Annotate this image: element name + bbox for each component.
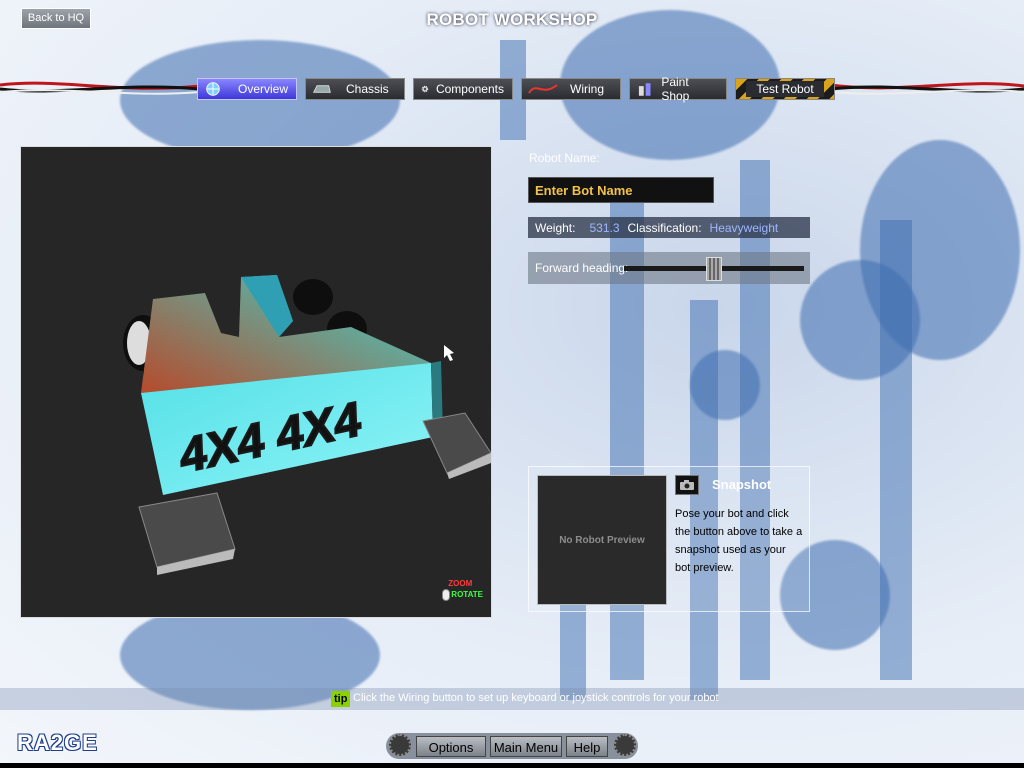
snapshot-description: Pose your bot and click the button above… (675, 508, 803, 574)
mouse-icon (442, 589, 451, 601)
robot-name-label: Robot Name: (529, 151, 600, 165)
tab-test-robot[interactable]: Test Robot (735, 78, 835, 100)
robot-preview-box: No Robot Preview (537, 475, 667, 605)
snapshot-panel: No Robot Preview Snapshot Pose your bot … (528, 466, 810, 612)
slider-thumb[interactable] (706, 257, 722, 281)
zoom-hint-label: ZOOM (448, 579, 473, 588)
tab-overview-label: Overview (237, 82, 288, 96)
gear-icon-left (389, 734, 411, 756)
tab-paint-shop-label: Paint Shop (661, 75, 690, 103)
robot-model: 4X4 4X4 (123, 275, 491, 575)
zoom-rotate-hint: ZOOM ROTATE (442, 579, 483, 601)
weight-value: 531.3 (589, 220, 620, 235)
weight-label: Weight: (535, 220, 576, 235)
classification-label: Classification: (627, 220, 702, 235)
options-button[interactable]: Options (416, 736, 486, 757)
robot-3d-viewport[interactable]: 4X4 4X4 ZOOM ROTATE (20, 146, 492, 618)
rotate-hint-label: ROTATE (451, 590, 483, 599)
paint-icon (638, 83, 651, 96)
classification-value: Heavyweight (709, 220, 779, 235)
tab-components-label: Components (435, 82, 504, 96)
chassis-icon (312, 85, 331, 93)
camera-icon (680, 480, 694, 490)
wire-icon (528, 84, 558, 94)
tip-text: Click the Wiring button to set up keyboa… (353, 692, 719, 704)
forward-heading-row: Forward heading: (528, 252, 810, 284)
page-title: ROBOT WORKSHOP (426, 10, 598, 29)
tab-overview[interactable]: Overview (197, 78, 297, 100)
tab-components[interactable]: Components (413, 78, 513, 100)
gear-icon-right (614, 734, 636, 756)
gear-icon (421, 85, 429, 93)
forward-heading-label: Forward heading: (535, 261, 629, 275)
tab-chassis-label: Chassis (346, 82, 389, 96)
tip-badge: tip (331, 691, 351, 707)
forward-heading-slider[interactable] (624, 257, 804, 281)
robot-name-input[interactable] (528, 177, 714, 203)
globe-icon (206, 82, 220, 96)
main-menu-button[interactable]: Main Menu (490, 736, 562, 757)
weight-classification-row: Weight: 531.3 Classification: Heavyweigh… (528, 217, 810, 238)
snapshot-label: Snapshot (712, 477, 772, 492)
help-button[interactable]: Help (566, 736, 608, 757)
tab-test-robot-label: Test Robot (746, 81, 824, 97)
tab-wiring-label: Wiring (570, 82, 605, 96)
game-logo: RA2GE (17, 730, 98, 755)
workshop-tabs: Overview Chassis Components Wiring Paint… (197, 75, 843, 103)
bottom-edge (0, 763, 1024, 768)
snapshot-button[interactable] (675, 475, 699, 495)
tab-wiring[interactable]: Wiring (521, 78, 621, 100)
tab-paint-shop[interactable]: Paint Shop (629, 75, 727, 103)
tab-chassis[interactable]: Chassis (305, 78, 405, 100)
preview-placeholder: No Robot Preview (559, 534, 645, 546)
